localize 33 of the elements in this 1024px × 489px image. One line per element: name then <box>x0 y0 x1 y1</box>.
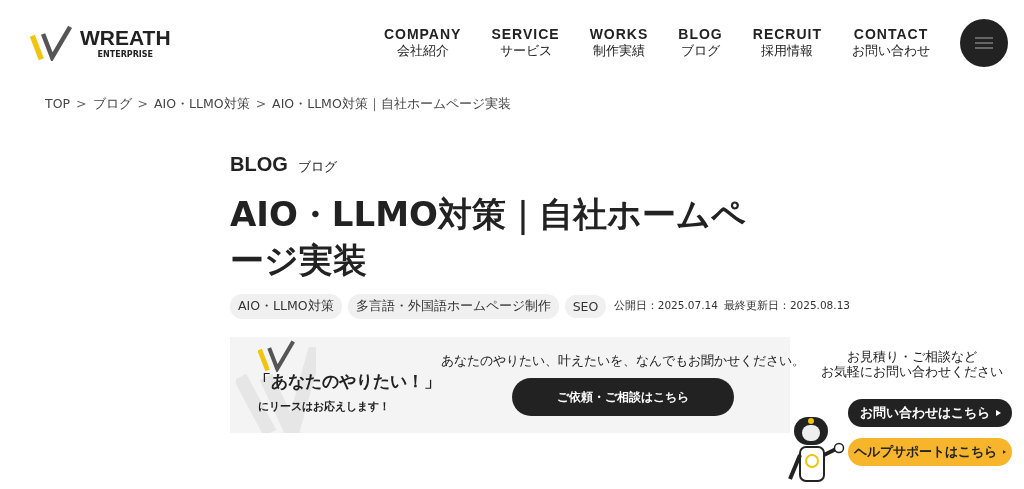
widget-message: お見積り・ご相談など お気軽にお問い合わせください <box>820 349 1004 379</box>
category-tag[interactable]: SEO <box>564 294 607 318</box>
widget-button[interactable]: お問い合わせはこちら <box>848 399 1012 427</box>
banner-headline: 「あなたのやりたい！」 <box>254 369 441 393</box>
banner-lead: あなたのやりたい、叶えたいを、なんでもお聞かせください。 <box>441 353 805 371</box>
nav-link[interactable]: CONTACT お問い合わせ <box>852 26 930 60</box>
banner-subline: にリースはお応えします！ <box>257 398 391 414</box>
breadcrumb-link[interactable]: AIO・LLMO対策 <box>154 96 250 113</box>
breadcrumb-separator: > <box>255 96 267 113</box>
section-label: BLOG <box>230 153 288 176</box>
play-icon <box>995 410 1001 416</box>
breadcrumb-link[interactable]: ブログ <box>92 96 132 113</box>
widget-button[interactable]: ヘルプサポートはこちら <box>848 438 1012 466</box>
breadcrumb-separator: > <box>76 96 87 113</box>
nav-link[interactable]: SERVICE サービス <box>491 26 560 60</box>
category-tag[interactable]: AIO・LLMO対策 <box>230 293 342 319</box>
logo-icon <box>258 339 298 372</box>
site-logo[interactable]: WREATH ENTERPRISE <box>30 25 171 61</box>
consult-button[interactable]: ご依頼・ご相談はこちら <box>512 378 734 417</box>
play-icon <box>1003 449 1006 455</box>
category-tag[interactable]: 多言語・外国語ホームページ制作 <box>347 293 559 319</box>
article-title: AIO・LLMO対策｜自社ホームページ実装 <box>230 193 747 282</box>
nav-link[interactable]: WORKS 制作実績 <box>589 26 649 60</box>
menu-icon <box>975 37 993 49</box>
breadcrumb-link[interactable]: TOP <box>45 96 70 113</box>
nav-link[interactable]: COMPANY 会社紹介 <box>383 26 462 60</box>
breadcrumb-separator: > <box>137 96 148 113</box>
nav-link[interactable]: RECRUIT 採用情報 <box>752 26 822 60</box>
published-date: 公開日：2025.07.14 <box>613 299 718 314</box>
menu-button[interactable] <box>960 19 1008 67</box>
section-sublabel: ブログ <box>297 159 337 176</box>
nav-link[interactable]: BLOG ブログ <box>678 26 723 60</box>
updated-date: 最終更新日：2025.08.13 <box>723 299 850 314</box>
